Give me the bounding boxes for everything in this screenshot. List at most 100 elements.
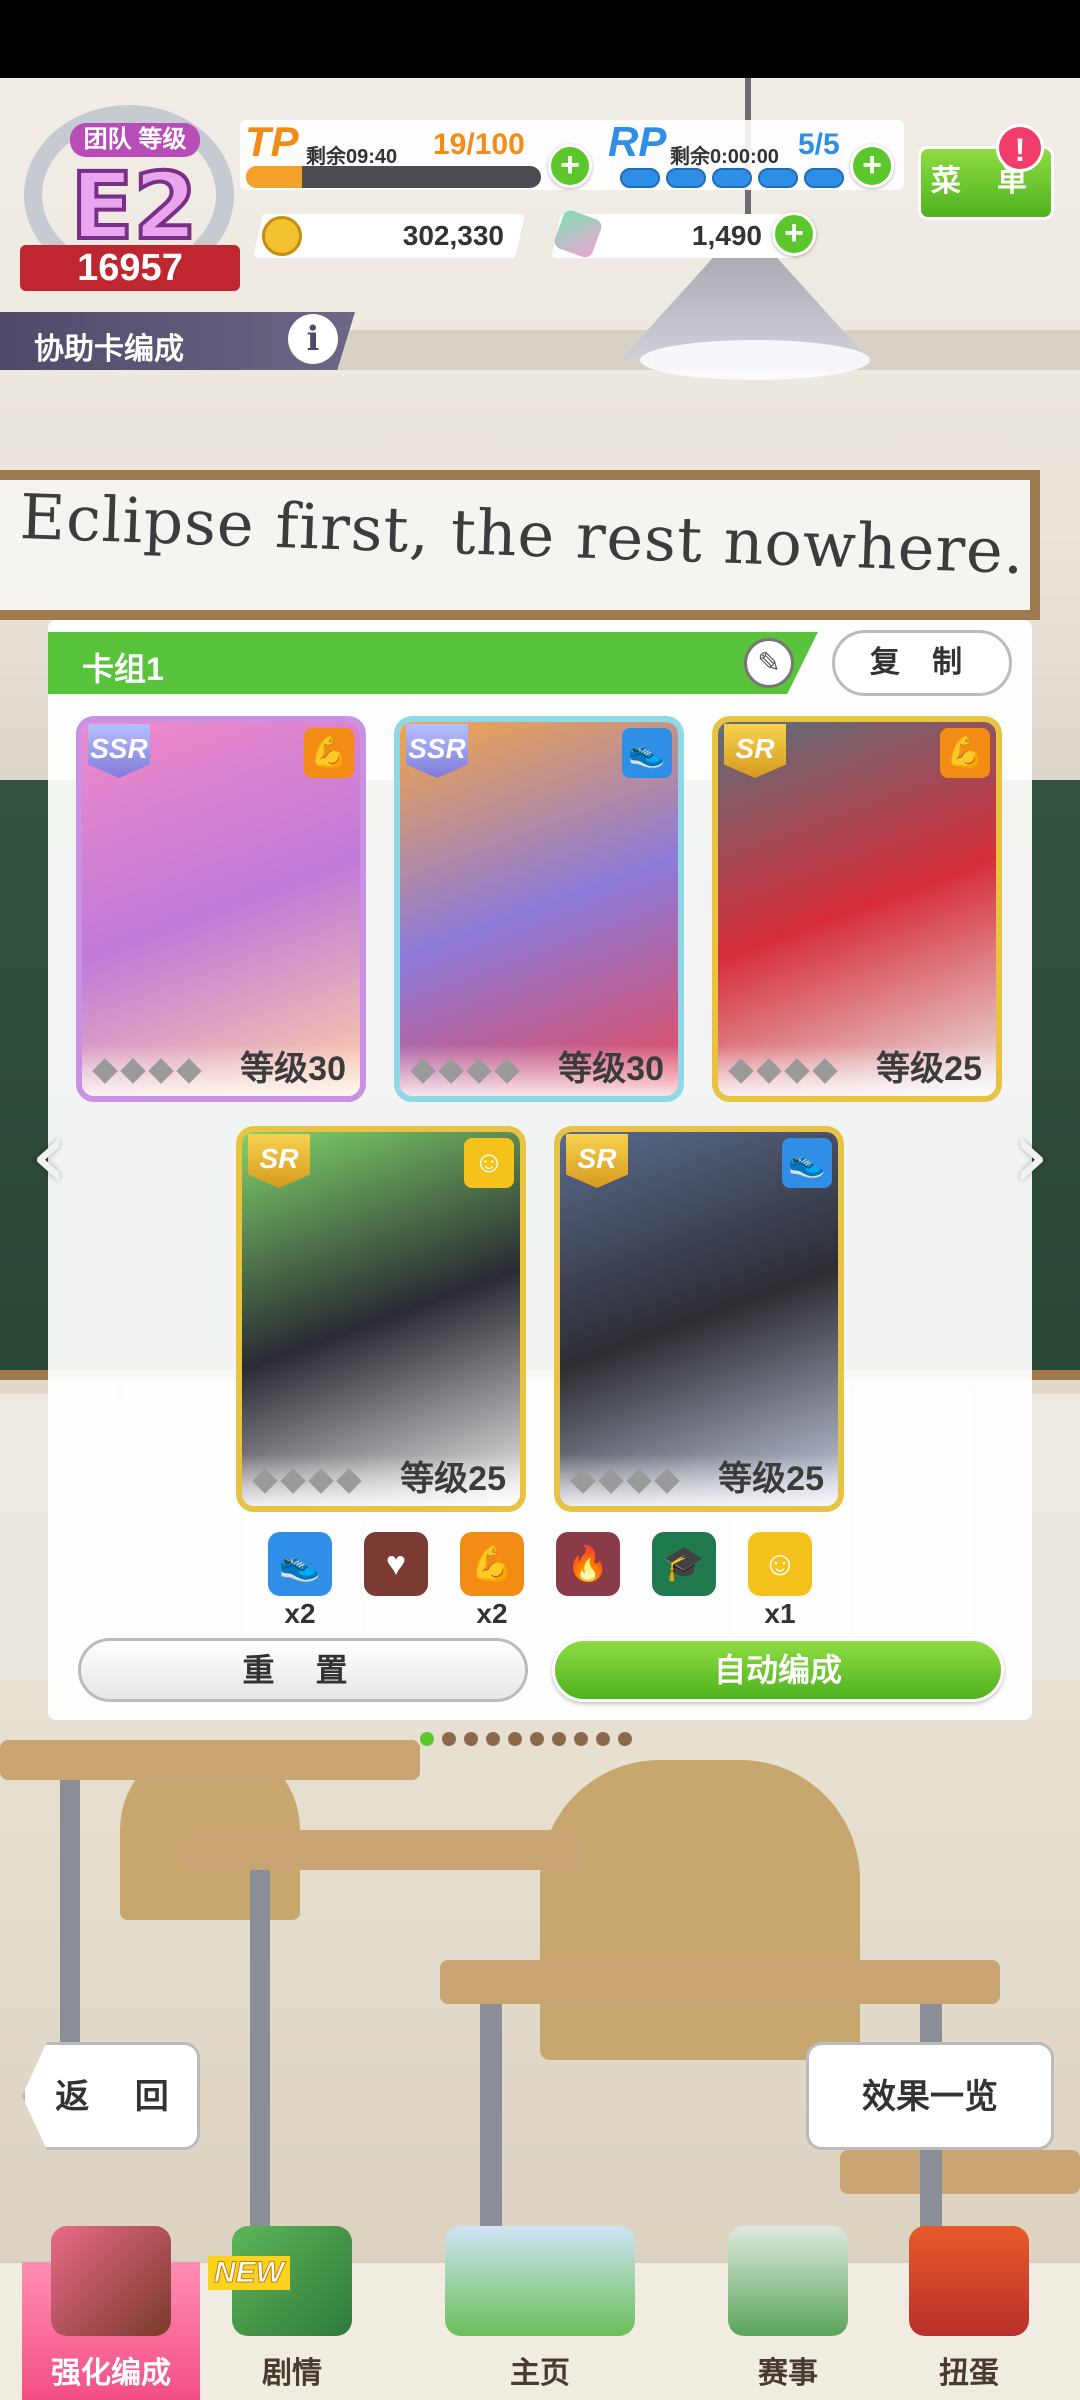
tp-label: TP — [245, 118, 299, 165]
card-art — [718, 722, 996, 1096]
friend-icon: ☺ — [748, 1532, 812, 1596]
page-dot[interactable] — [464, 1732, 478, 1746]
tp-progress-bar — [246, 166, 541, 188]
page-dot[interactable] — [486, 1732, 500, 1746]
status-bar-area — [0, 0, 1080, 78]
page-dot[interactable] — [552, 1732, 566, 1746]
page-dot[interactable] — [530, 1732, 544, 1746]
nav-label: 剧情 — [262, 2357, 322, 2390]
coin-icon — [262, 216, 302, 256]
guts-icon: 🔥 — [556, 1532, 620, 1596]
page-dot[interactable] — [574, 1732, 588, 1746]
page-dot[interactable] — [420, 1732, 434, 1746]
nav-label: 主页 — [510, 2357, 570, 2390]
race-gate-icon — [728, 2226, 848, 2336]
rp-value: 5/5 — [798, 128, 840, 161]
rank-score: 16957 — [20, 245, 240, 291]
power-icon: 💪 — [304, 728, 354, 778]
support-card-slot-1[interactable]: SSR 💪 等级30 — [76, 716, 366, 1102]
power-icon: 💪 — [460, 1532, 524, 1596]
card-art — [82, 722, 360, 1096]
effects-list-button[interactable]: 效果一览 — [806, 2042, 1054, 2150]
school-building-icon — [445, 2226, 635, 2336]
card-level: 等级25 — [718, 1460, 824, 1498]
gem-amount: 1,490 — [691, 220, 762, 251]
page-dot[interactable] — [442, 1732, 456, 1746]
tp-plus-button[interactable]: + — [548, 144, 592, 188]
nav-label: 扭蛋 — [939, 2357, 999, 2390]
deck-page-indicator[interactable] — [420, 1732, 632, 1746]
auto-build-button[interactable]: 自动编成 — [552, 1638, 1004, 1702]
nav-enhance-build[interactable]: 强化编成 — [22, 2226, 200, 2400]
lamp-glow — [640, 340, 870, 380]
gacha-door-icon — [909, 2226, 1029, 2336]
page-dot[interactable] — [618, 1732, 632, 1746]
rp-timer: 剩余0:00:00 — [670, 146, 779, 168]
page-dot[interactable] — [596, 1732, 610, 1746]
card-level: 等级25 — [876, 1050, 982, 1088]
stamina-icon: ♥ — [364, 1532, 428, 1596]
speed-icon: 👟 — [782, 1138, 832, 1188]
power-icon: 💪 — [940, 728, 990, 778]
card-level: 等级30 — [558, 1050, 664, 1088]
rp-pip — [620, 168, 660, 188]
rp-pip — [666, 168, 706, 188]
limit-break-indicator — [728, 1058, 838, 1084]
edit-deck-name-button[interactable]: ✎ — [744, 638, 794, 688]
tp-value: 19/100 — [433, 128, 525, 161]
desk — [180, 1830, 580, 1870]
nav-race[interactable]: 赛事 — [700, 2226, 876, 2400]
chevron-right-icon[interactable]: › — [1004, 1107, 1058, 1206]
rp-pip — [804, 168, 844, 188]
nav-label: 强化编成 — [51, 2357, 171, 2390]
desk — [440, 1960, 1000, 2004]
chair — [540, 1760, 860, 2060]
nav-home[interactable]: 主页 — [384, 2226, 696, 2400]
chevron-left-icon[interactable]: ‹ — [22, 1107, 76, 1206]
rank-label: 团队 等级 — [70, 123, 200, 157]
tp-timer: 剩余09:40 — [306, 146, 398, 168]
desk-leg — [480, 2004, 502, 2254]
limit-break-indicator — [410, 1058, 520, 1084]
friend-icon: ☺ — [464, 1138, 514, 1188]
card-level: 等级30 — [240, 1050, 346, 1088]
nav-gacha[interactable]: 扭蛋 — [880, 2226, 1058, 2400]
card-art — [400, 722, 678, 1096]
support-card-slot-2[interactable]: SSR 👟 等级30 — [394, 716, 684, 1102]
friend-count: x1 — [764, 1598, 796, 1629]
character-portrait-icon — [51, 2226, 171, 2336]
rp-pip — [712, 168, 752, 188]
tp-progress-fill — [246, 166, 303, 188]
desk — [840, 2150, 1080, 2194]
speed-icon: 👟 — [622, 728, 672, 778]
nav-label: 赛事 — [758, 2357, 818, 2390]
limit-break-indicator — [92, 1058, 202, 1084]
coin-amount: 302,330 — [402, 220, 504, 251]
support-card-slot-4[interactable]: SR ☺ 等级25 — [236, 1126, 526, 1512]
page-dot[interactable] — [508, 1732, 522, 1746]
deck-title: 卡组1 — [82, 651, 164, 687]
team-rank-emblem[interactable]: 团队 等级 E2 16957 — [14, 95, 242, 295]
card-art — [242, 1132, 520, 1506]
power-count: x2 — [476, 1598, 508, 1629]
speed-count: x2 — [284, 1598, 316, 1629]
back-button[interactable]: 返 回 — [22, 2042, 200, 2150]
rp-plus-button[interactable]: + — [850, 144, 894, 188]
speed-icon: 👟 — [268, 1532, 332, 1596]
limit-break-indicator — [252, 1468, 362, 1494]
rp-label: RP — [608, 118, 667, 165]
support-card-slot-3[interactable]: SR 💪 等级25 — [712, 716, 1002, 1102]
rp-pip — [758, 168, 798, 188]
limit-break-indicator — [570, 1468, 680, 1494]
copy-deck-button[interactable]: 复 制 — [832, 630, 1012, 696]
card-level: 等级25 — [400, 1460, 506, 1498]
info-button[interactable]: i — [288, 314, 338, 364]
new-badge: NEW — [208, 2256, 290, 2290]
gem-plus-button[interactable]: + — [772, 212, 816, 256]
screen-title: 协助卡编成 — [34, 333, 184, 366]
reset-button[interactable]: 重 置 — [78, 1638, 528, 1702]
menu-notification-badge: ! — [996, 124, 1044, 172]
desk-leg — [250, 1870, 270, 2250]
support-card-slot-5[interactable]: SR 👟 等级25 — [554, 1126, 844, 1512]
wisdom-icon: 🎓 — [652, 1532, 716, 1596]
